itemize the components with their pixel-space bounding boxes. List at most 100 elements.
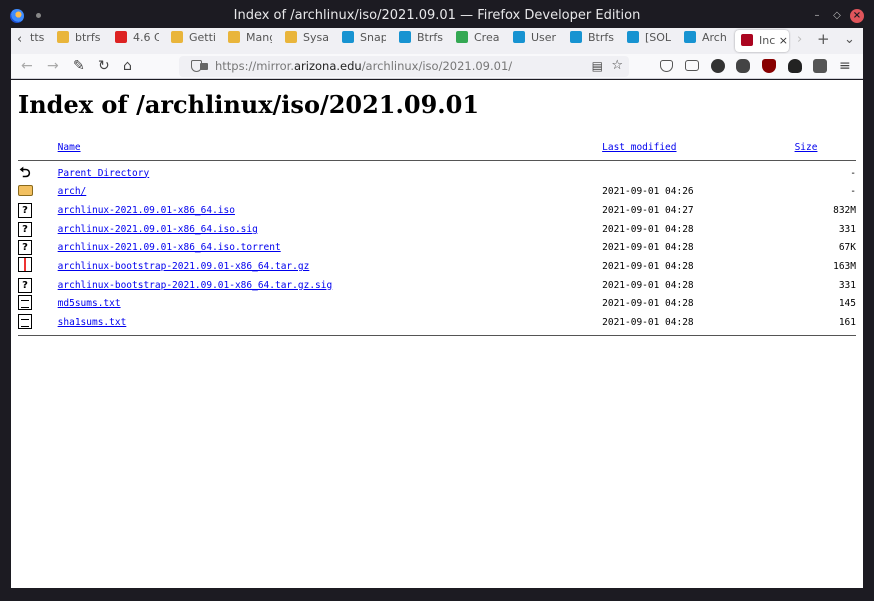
separator-row [18, 157, 856, 164]
extension-icon[interactable] [736, 59, 750, 73]
sort-by-name-link[interactable]: Name [58, 142, 81, 153]
table-header-row: Name Last modified Size [18, 138, 856, 157]
modified-cell: 2021-09-01 04:28 [602, 279, 694, 291]
bookmark-star-icon[interactable]: ☆ [611, 58, 623, 73]
tab-5[interactable]: Sysa [285, 31, 329, 51]
size-cell: 163M [833, 260, 856, 272]
file-link[interactable]: archlinux-bootstrap-2021.09.01-x86_64.ta… [58, 280, 333, 291]
tab-12[interactable]: Arch [684, 31, 728, 51]
reload-icon[interactable]: ↻ [98, 58, 110, 74]
privacy-badger-icon[interactable] [788, 59, 802, 73]
size-cell: 331 [838, 223, 856, 235]
tools-wrench-icon[interactable]: ✎ [73, 58, 85, 74]
tab-label: Inc [759, 34, 776, 47]
tux-icon [228, 31, 240, 43]
forward-icon[interactable]: → [47, 58, 59, 74]
tab-0[interactable]: tts [30, 31, 44, 51]
file-link[interactable]: archlinux-2021.09.01-x86_64.iso [58, 205, 235, 216]
unknown-file-icon: ? [18, 221, 32, 237]
close-tab-icon[interactable]: × [779, 34, 788, 47]
tab-label: btrfs [75, 31, 101, 44]
tab-10[interactable]: Btrfs [570, 31, 614, 51]
back-icon[interactable]: ← [21, 58, 33, 74]
sidebar-icon[interactable] [685, 60, 699, 71]
size-cell: 67K [838, 242, 856, 254]
size-cell: 145 [838, 298, 856, 310]
tab-4[interactable]: Mang [228, 31, 272, 51]
table-row: ? archlinux-2021.09.01-x86_64.iso 2021-0… [18, 201, 856, 220]
extension-b-icon[interactable] [711, 59, 725, 73]
tab-6[interactable]: Snap [342, 31, 386, 51]
tab-label: 4.6 C [133, 31, 159, 44]
url-text[interactable]: https://mirror.arizona.edu/archlinux/iso… [215, 59, 512, 73]
sort-by-modified-link[interactable]: Last modified [602, 142, 676, 153]
extensions-puzzle-icon[interactable] [813, 59, 827, 73]
divider [18, 334, 856, 336]
file-link[interactable]: archlinux-bootstrap-2021.09.01-x86_64.ta… [58, 261, 310, 272]
pocket-icon[interactable] [660, 60, 673, 72]
table-row: md5sums.txt 2021-09-01 04:28 145 [18, 294, 856, 314]
window-titlebar: Index of /archlinux/iso/2021.09.01 — Fir… [0, 0, 874, 30]
modified-cell: 2021-09-01 04:26 [602, 186, 694, 198]
tabs-scroll-right-icon[interactable]: › [797, 32, 802, 47]
tux-icon [57, 31, 69, 43]
arch-icon [627, 31, 639, 43]
sort-by-size-link[interactable]: Size [795, 142, 818, 153]
arch-icon [570, 31, 582, 43]
new-tab-icon[interactable]: + [817, 30, 830, 48]
tab-strip: ‹ tts btrfs 4.6 C Getti Mang Sysa Snap B… [11, 28, 863, 54]
modified-cell: 2021-09-01 04:28 [602, 260, 694, 272]
table-row: sha1sums.txt 2021-09-01 04:28 161 [18, 313, 856, 332]
tab-1[interactable]: btrfs [57, 31, 101, 51]
arch-icon [399, 31, 411, 43]
url-bar[interactable]: https://mirror.arizona.edu/archlinux/iso… [179, 56, 629, 77]
table-row: arch/ 2021-09-01 04:26 - [18, 182, 856, 201]
hamburger-menu-icon[interactable]: ≡ [839, 58, 851, 74]
tabs-scroll-left-icon[interactable]: ‹ [17, 32, 22, 47]
tab-label: Mang [246, 31, 272, 44]
text-file-icon [18, 294, 32, 310]
modified-cell [602, 164, 788, 183]
tab-label: Btrfs [588, 31, 614, 44]
tab-label: tts [30, 31, 44, 44]
tux-icon [171, 31, 183, 43]
unknown-file-icon: ? [18, 277, 32, 293]
tab-label: Getti [189, 31, 215, 44]
list-all-tabs-icon[interactable]: ⌄ [844, 32, 855, 47]
reader-view-icon[interactable]: ▤ [592, 59, 603, 73]
minimize-icon[interactable]: – [810, 9, 824, 23]
tab-label: Crea [474, 31, 500, 44]
home-icon[interactable]: ⌂ [123, 58, 132, 74]
file-link[interactable]: arch/ [58, 186, 87, 197]
tab-2[interactable]: 4.6 C [115, 31, 159, 51]
close-window-icon[interactable]: × [850, 9, 864, 23]
restore-icon[interactable]: ◇ [830, 9, 844, 23]
archive-icon [18, 257, 32, 273]
file-link[interactable]: md5sums.txt [58, 298, 121, 309]
tab-7[interactable]: Btrfs [399, 31, 443, 51]
tab-8[interactable]: Crea [456, 31, 500, 51]
separator-row [18, 332, 856, 339]
tab-3[interactable]: Getti [171, 31, 215, 51]
text-file-icon [18, 313, 32, 329]
ublock-origin-icon[interactable] [762, 59, 776, 73]
tab-13-active[interactable]: Inc × [735, 30, 789, 52]
window-title: Index of /archlinux/iso/2021.09.01 — Fir… [233, 8, 641, 23]
file-link[interactable]: sha1sums.txt [58, 317, 127, 328]
navigation-bar: ← → ✎ ↻ ⌂ https://mirror.arizona.edu/arc… [11, 54, 863, 79]
tab-label: Snap [360, 31, 386, 44]
arch-icon [684, 31, 696, 43]
file-link[interactable]: archlinux-2021.09.01-x86_64.iso.sig [58, 224, 258, 235]
tab-9[interactable]: User [513, 31, 557, 51]
size-cell: 832M [833, 204, 856, 216]
url-path: /archlinux/iso/2021.09.01/ [361, 59, 513, 73]
file-link[interactable]: archlinux-2021.09.01-x86_64.iso.torrent [58, 242, 281, 253]
modified-cell: 2021-09-01 04:28 [602, 317, 694, 329]
tab-label: User [531, 31, 557, 44]
tab-11[interactable]: [SOL [627, 31, 671, 51]
parent-directory-link[interactable]: Parent Directory [58, 168, 150, 179]
modified-cell: 2021-09-01 04:28 [602, 298, 694, 310]
lock-icon[interactable] [200, 63, 208, 70]
page-heading: Index of /archlinux/iso/2021.09.01 [18, 90, 480, 119]
size-cell: - [850, 167, 856, 179]
